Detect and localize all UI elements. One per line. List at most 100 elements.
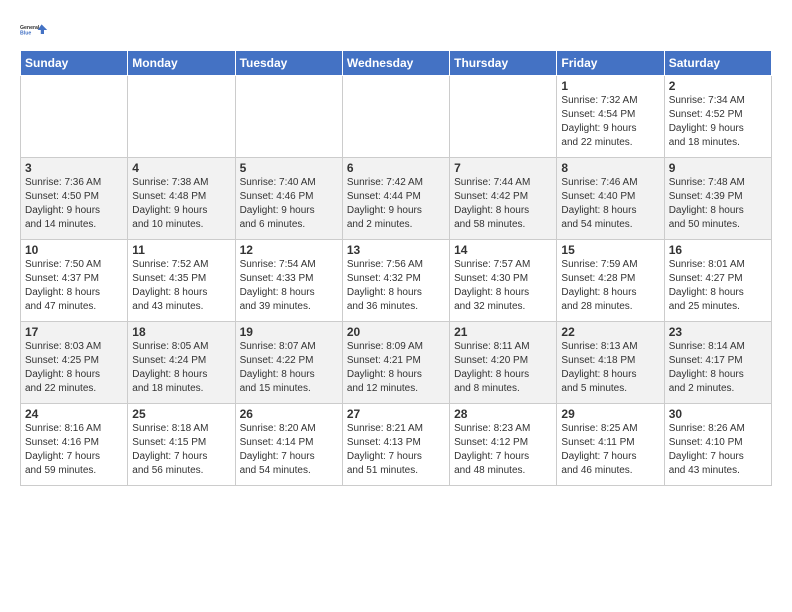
day-info: Sunrise: 8:13 AM Sunset: 4:18 PM Dayligh… — [561, 340, 659, 396]
day-number: 23 — [669, 325, 767, 339]
day-number: 11 — [132, 243, 230, 257]
week-row-5: 24Sunrise: 8:16 AM Sunset: 4:16 PM Dayli… — [21, 404, 772, 486]
day-number: 5 — [240, 161, 338, 175]
day-info: Sunrise: 7:42 AM Sunset: 4:44 PM Dayligh… — [347, 176, 445, 232]
day-info: Sunrise: 8:14 AM Sunset: 4:17 PM Dayligh… — [669, 340, 767, 396]
day-info: Sunrise: 7:44 AM Sunset: 4:42 PM Dayligh… — [454, 176, 552, 232]
calendar-cell: 5Sunrise: 7:40 AM Sunset: 4:46 PM Daylig… — [235, 158, 342, 240]
day-number: 28 — [454, 407, 552, 421]
day-number: 21 — [454, 325, 552, 339]
day-info: Sunrise: 8:03 AM Sunset: 4:25 PM Dayligh… — [25, 340, 123, 396]
week-row-3: 10Sunrise: 7:50 AM Sunset: 4:37 PM Dayli… — [21, 240, 772, 322]
day-info: Sunrise: 7:36 AM Sunset: 4:50 PM Dayligh… — [25, 176, 123, 232]
calendar-cell: 19Sunrise: 8:07 AM Sunset: 4:22 PM Dayli… — [235, 322, 342, 404]
logo: GeneralBlue — [20, 16, 48, 44]
column-header-thursday: Thursday — [450, 51, 557, 76]
day-number: 25 — [132, 407, 230, 421]
day-number: 12 — [240, 243, 338, 257]
day-number: 17 — [25, 325, 123, 339]
day-number: 1 — [561, 79, 659, 93]
calendar-cell — [21, 76, 128, 158]
calendar-cell: 4Sunrise: 7:38 AM Sunset: 4:48 PM Daylig… — [128, 158, 235, 240]
calendar-cell — [450, 76, 557, 158]
calendar-cell: 8Sunrise: 7:46 AM Sunset: 4:40 PM Daylig… — [557, 158, 664, 240]
day-number: 27 — [347, 407, 445, 421]
page: GeneralBlue SundayMondayTuesdayWednesday… — [0, 0, 792, 496]
day-info: Sunrise: 7:50 AM Sunset: 4:37 PM Dayligh… — [25, 258, 123, 314]
day-info: Sunrise: 7:52 AM Sunset: 4:35 PM Dayligh… — [132, 258, 230, 314]
day-number: 16 — [669, 243, 767, 257]
day-info: Sunrise: 7:40 AM Sunset: 4:46 PM Dayligh… — [240, 176, 338, 232]
day-number: 4 — [132, 161, 230, 175]
calendar-cell: 27Sunrise: 8:21 AM Sunset: 4:13 PM Dayli… — [342, 404, 449, 486]
calendar-cell — [128, 76, 235, 158]
calendar-cell: 13Sunrise: 7:56 AM Sunset: 4:32 PM Dayli… — [342, 240, 449, 322]
calendar-cell: 18Sunrise: 8:05 AM Sunset: 4:24 PM Dayli… — [128, 322, 235, 404]
calendar-cell: 16Sunrise: 8:01 AM Sunset: 4:27 PM Dayli… — [664, 240, 771, 322]
day-number: 29 — [561, 407, 659, 421]
column-header-sunday: Sunday — [21, 51, 128, 76]
day-number: 8 — [561, 161, 659, 175]
day-info: Sunrise: 7:46 AM Sunset: 4:40 PM Dayligh… — [561, 176, 659, 232]
calendar-cell: 1Sunrise: 7:32 AM Sunset: 4:54 PM Daylig… — [557, 76, 664, 158]
day-number: 20 — [347, 325, 445, 339]
day-info: Sunrise: 8:05 AM Sunset: 4:24 PM Dayligh… — [132, 340, 230, 396]
day-number: 13 — [347, 243, 445, 257]
logo-icon: GeneralBlue — [20, 16, 48, 44]
calendar-cell: 6Sunrise: 7:42 AM Sunset: 4:44 PM Daylig… — [342, 158, 449, 240]
day-number: 18 — [132, 325, 230, 339]
calendar-cell: 12Sunrise: 7:54 AM Sunset: 4:33 PM Dayli… — [235, 240, 342, 322]
svg-text:Blue: Blue — [20, 30, 31, 36]
calendar-cell: 10Sunrise: 7:50 AM Sunset: 4:37 PM Dayli… — [21, 240, 128, 322]
calendar-cell — [235, 76, 342, 158]
calendar-cell: 7Sunrise: 7:44 AM Sunset: 4:42 PM Daylig… — [450, 158, 557, 240]
day-number: 24 — [25, 407, 123, 421]
column-header-monday: Monday — [128, 51, 235, 76]
day-number: 2 — [669, 79, 767, 93]
day-info: Sunrise: 7:34 AM Sunset: 4:52 PM Dayligh… — [669, 94, 767, 150]
day-number: 7 — [454, 161, 552, 175]
calendar-cell: 3Sunrise: 7:36 AM Sunset: 4:50 PM Daylig… — [21, 158, 128, 240]
column-header-friday: Friday — [557, 51, 664, 76]
day-number: 10 — [25, 243, 123, 257]
day-info: Sunrise: 8:16 AM Sunset: 4:16 PM Dayligh… — [25, 422, 123, 478]
day-info: Sunrise: 7:57 AM Sunset: 4:30 PM Dayligh… — [454, 258, 552, 314]
day-number: 30 — [669, 407, 767, 421]
day-info: Sunrise: 7:54 AM Sunset: 4:33 PM Dayligh… — [240, 258, 338, 314]
day-number: 22 — [561, 325, 659, 339]
calendar-cell: 24Sunrise: 8:16 AM Sunset: 4:16 PM Dayli… — [21, 404, 128, 486]
day-number: 6 — [347, 161, 445, 175]
day-number: 15 — [561, 243, 659, 257]
day-info: Sunrise: 7:38 AM Sunset: 4:48 PM Dayligh… — [132, 176, 230, 232]
day-number: 9 — [669, 161, 767, 175]
column-header-tuesday: Tuesday — [235, 51, 342, 76]
calendar-header-row: SundayMondayTuesdayWednesdayThursdayFrid… — [21, 51, 772, 76]
day-info: Sunrise: 7:56 AM Sunset: 4:32 PM Dayligh… — [347, 258, 445, 314]
week-row-1: 1Sunrise: 7:32 AM Sunset: 4:54 PM Daylig… — [21, 76, 772, 158]
day-number: 19 — [240, 325, 338, 339]
calendar-cell: 2Sunrise: 7:34 AM Sunset: 4:52 PM Daylig… — [664, 76, 771, 158]
column-header-wednesday: Wednesday — [342, 51, 449, 76]
day-info: Sunrise: 8:20 AM Sunset: 4:14 PM Dayligh… — [240, 422, 338, 478]
calendar-cell: 17Sunrise: 8:03 AM Sunset: 4:25 PM Dayli… — [21, 322, 128, 404]
calendar-cell: 30Sunrise: 8:26 AM Sunset: 4:10 PM Dayli… — [664, 404, 771, 486]
day-info: Sunrise: 7:59 AM Sunset: 4:28 PM Dayligh… — [561, 258, 659, 314]
calendar-cell: 22Sunrise: 8:13 AM Sunset: 4:18 PM Dayli… — [557, 322, 664, 404]
column-header-saturday: Saturday — [664, 51, 771, 76]
calendar-cell: 28Sunrise: 8:23 AM Sunset: 4:12 PM Dayli… — [450, 404, 557, 486]
calendar-cell: 20Sunrise: 8:09 AM Sunset: 4:21 PM Dayli… — [342, 322, 449, 404]
calendar: SundayMondayTuesdayWednesdayThursdayFrid… — [20, 50, 772, 486]
day-info: Sunrise: 8:09 AM Sunset: 4:21 PM Dayligh… — [347, 340, 445, 396]
day-info: Sunrise: 7:32 AM Sunset: 4:54 PM Dayligh… — [561, 94, 659, 150]
day-info: Sunrise: 8:18 AM Sunset: 4:15 PM Dayligh… — [132, 422, 230, 478]
day-info: Sunrise: 8:21 AM Sunset: 4:13 PM Dayligh… — [347, 422, 445, 478]
calendar-cell: 25Sunrise: 8:18 AM Sunset: 4:15 PM Dayli… — [128, 404, 235, 486]
calendar-cell — [342, 76, 449, 158]
calendar-cell: 15Sunrise: 7:59 AM Sunset: 4:28 PM Dayli… — [557, 240, 664, 322]
week-row-4: 17Sunrise: 8:03 AM Sunset: 4:25 PM Dayli… — [21, 322, 772, 404]
day-info: Sunrise: 7:48 AM Sunset: 4:39 PM Dayligh… — [669, 176, 767, 232]
day-number: 14 — [454, 243, 552, 257]
calendar-cell: 14Sunrise: 7:57 AM Sunset: 4:30 PM Dayli… — [450, 240, 557, 322]
calendar-cell: 9Sunrise: 7:48 AM Sunset: 4:39 PM Daylig… — [664, 158, 771, 240]
day-info: Sunrise: 8:23 AM Sunset: 4:12 PM Dayligh… — [454, 422, 552, 478]
